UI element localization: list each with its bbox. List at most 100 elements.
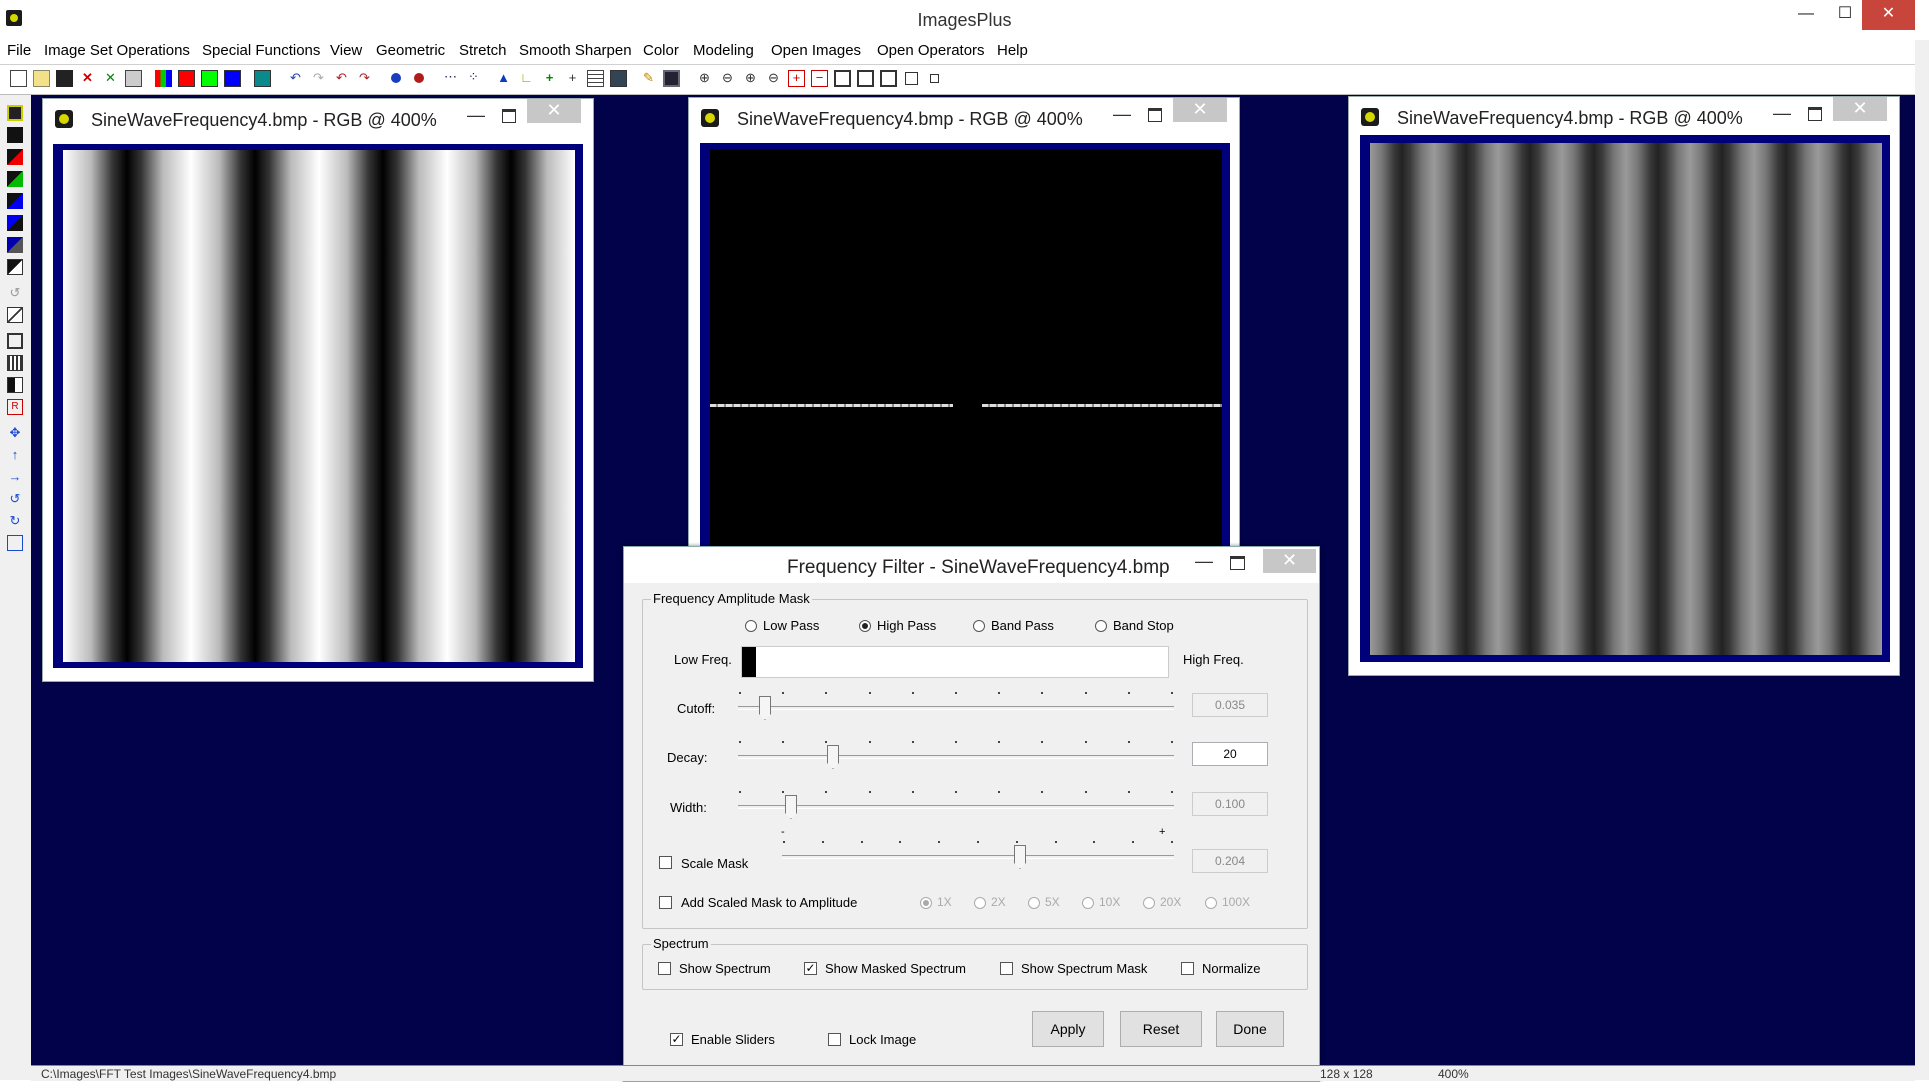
slider-track[interactable] [782, 855, 1174, 859]
undo-icon[interactable]: ↶ [287, 70, 304, 87]
filtered-image[interactable] [1370, 143, 1882, 655]
black-blue-icon[interactable] [7, 193, 23, 209]
scatter-icon[interactable]: ⁘ [465, 70, 482, 87]
normalize-checkbox[interactable] [1181, 962, 1194, 975]
slider-track[interactable] [738, 755, 1174, 759]
menu-geometric[interactable]: Geometric [376, 42, 445, 59]
redo-all-icon[interactable]: ↷ [356, 70, 373, 87]
open-icon[interactable] [33, 70, 50, 87]
info-icon[interactable] [610, 70, 627, 87]
menu-file[interactable]: File [7, 42, 31, 59]
menu-special-functions[interactable]: Special Functions [202, 42, 320, 59]
menu-smooth-sharpen[interactable]: Smooth Sharpen [519, 42, 632, 59]
slider-thumb[interactable] [1014, 845, 1026, 869]
frame-5-icon[interactable] [926, 70, 943, 87]
menu-color[interactable]: Color [643, 42, 679, 59]
slider-track[interactable] [738, 805, 1174, 809]
menu-help[interactable]: Help [997, 42, 1028, 59]
crosshair-icon[interactable]: + [541, 70, 558, 87]
close-button[interactable]: ✕ [1862, 0, 1915, 30]
flip-icon[interactable] [7, 535, 23, 551]
image-window-spectrum[interactable]: SineWaveFrequency4.bmp - RGB @ 400% — ✕ [688, 97, 1240, 549]
rotate-left-icon[interactable]: ↺ [7, 491, 23, 507]
scale-mask-checkbox[interactable] [659, 856, 672, 869]
dialog-minimize-button[interactable]: — [1195, 551, 1213, 572]
show-spectrum-checkbox[interactable] [658, 962, 671, 975]
select-tool-icon[interactable]: R [7, 399, 23, 415]
circle-select-icon[interactable] [388, 70, 405, 87]
blue-black-icon[interactable] [7, 215, 23, 231]
add-scaled-mask-checkbox[interactable] [659, 896, 672, 909]
histogram-icon[interactable]: ▲ [495, 70, 512, 87]
half-tool-icon[interactable] [7, 377, 23, 393]
show-masked-spectrum-checkbox[interactable]: ✓ [804, 962, 817, 975]
high-pass-radio[interactable] [859, 620, 871, 632]
frame-2-icon[interactable] [857, 70, 874, 87]
save-tool-icon[interactable] [7, 105, 23, 121]
measure-icon[interactable]: + [564, 70, 581, 87]
image-window-original[interactable]: SineWaveFrequency4.bmp - RGB @ 400% — ✕ [42, 98, 594, 682]
grid-icon[interactable] [587, 70, 604, 87]
black-green-icon[interactable] [7, 171, 23, 187]
blue-channel-icon[interactable] [224, 70, 241, 87]
zoom-plus-icon[interactable]: + [788, 70, 805, 87]
close-image-icon[interactable]: ✕ [79, 70, 96, 87]
rgb-icon[interactable] [155, 70, 172, 87]
multiplier-2x-radio[interactable] [974, 897, 986, 909]
low-pass-radio[interactable] [745, 620, 757, 632]
decay-value[interactable]: 20 [1192, 742, 1268, 766]
save-icon[interactable] [56, 70, 73, 87]
arrow-right-icon[interactable]: → [7, 469, 23, 485]
window-maximize-button[interactable] [1148, 108, 1162, 122]
window-minimize-button[interactable]: — [1773, 103, 1791, 124]
lock-image-checkbox[interactable] [828, 1033, 841, 1046]
blue-gray-icon[interactable] [7, 237, 23, 253]
fill-icon[interactable] [663, 70, 680, 87]
cutoff-value[interactable]: 0.035 [1192, 693, 1268, 717]
width-slider[interactable] [738, 791, 1174, 821]
print-icon[interactable] [125, 70, 142, 87]
multiplier-20x-radio[interactable] [1143, 897, 1155, 909]
curve-icon[interactable]: ∟ [518, 70, 535, 87]
decay-slider[interactable] [738, 741, 1174, 771]
slider-track[interactable] [738, 706, 1174, 710]
diagonal-tool-icon[interactable] [7, 307, 23, 323]
zoom-out-icon[interactable]: ⊖ [719, 70, 736, 87]
window-close-button[interactable]: ✕ [1833, 97, 1887, 121]
close-all-icon[interactable]: ✕ [102, 70, 119, 87]
arrow-up-icon[interactable]: ↑ [7, 447, 23, 463]
undo-all-icon[interactable]: ↶ [333, 70, 350, 87]
move-icon[interactable]: ✥ [7, 425, 23, 441]
dialog-maximize-button[interactable] [1230, 556, 1245, 570]
menu-open-operators[interactable]: Open Operators [877, 42, 985, 59]
menu-stretch[interactable]: Stretch [459, 42, 507, 59]
slider-thumb[interactable] [759, 696, 771, 720]
zoom-in-icon[interactable]: ⊕ [742, 70, 759, 87]
scale-value[interactable]: 0.204 [1192, 849, 1268, 873]
stripes-tool-icon[interactable] [7, 355, 23, 371]
frame-4-icon[interactable] [903, 70, 920, 87]
black-white-icon[interactable] [7, 259, 23, 275]
dialog-close-button[interactable]: ✕ [1263, 549, 1316, 573]
sine-wave-image[interactable] [63, 150, 575, 662]
zoom-fit-icon[interactable]: ⊖ [765, 70, 782, 87]
show-spectrum-mask-checkbox[interactable] [1000, 962, 1013, 975]
width-value[interactable]: 0.100 [1192, 792, 1268, 816]
window-minimize-button[interactable]: — [1113, 104, 1131, 125]
red-channel-icon[interactable] [178, 70, 195, 87]
redo-icon[interactable]: ↷ [310, 70, 327, 87]
zoom-minus-icon[interactable]: − [811, 70, 828, 87]
rotate-right-icon[interactable]: ↻ [7, 513, 23, 529]
band-stop-radio[interactable] [1095, 620, 1107, 632]
luminance-icon[interactable] [254, 70, 271, 87]
multiplier-10x-radio[interactable] [1082, 897, 1094, 909]
black-tool-icon[interactable] [7, 127, 23, 143]
scale-slider[interactable] [782, 841, 1174, 871]
menu-modeling[interactable]: Modeling [693, 42, 754, 59]
slider-thumb[interactable] [827, 745, 839, 769]
pencil-icon[interactable]: ✎ [640, 70, 657, 87]
done-button[interactable]: Done [1216, 1011, 1284, 1047]
green-channel-icon[interactable] [201, 70, 218, 87]
reset-button[interactable]: Reset [1120, 1011, 1202, 1047]
cutoff-slider[interactable] [738, 692, 1174, 722]
